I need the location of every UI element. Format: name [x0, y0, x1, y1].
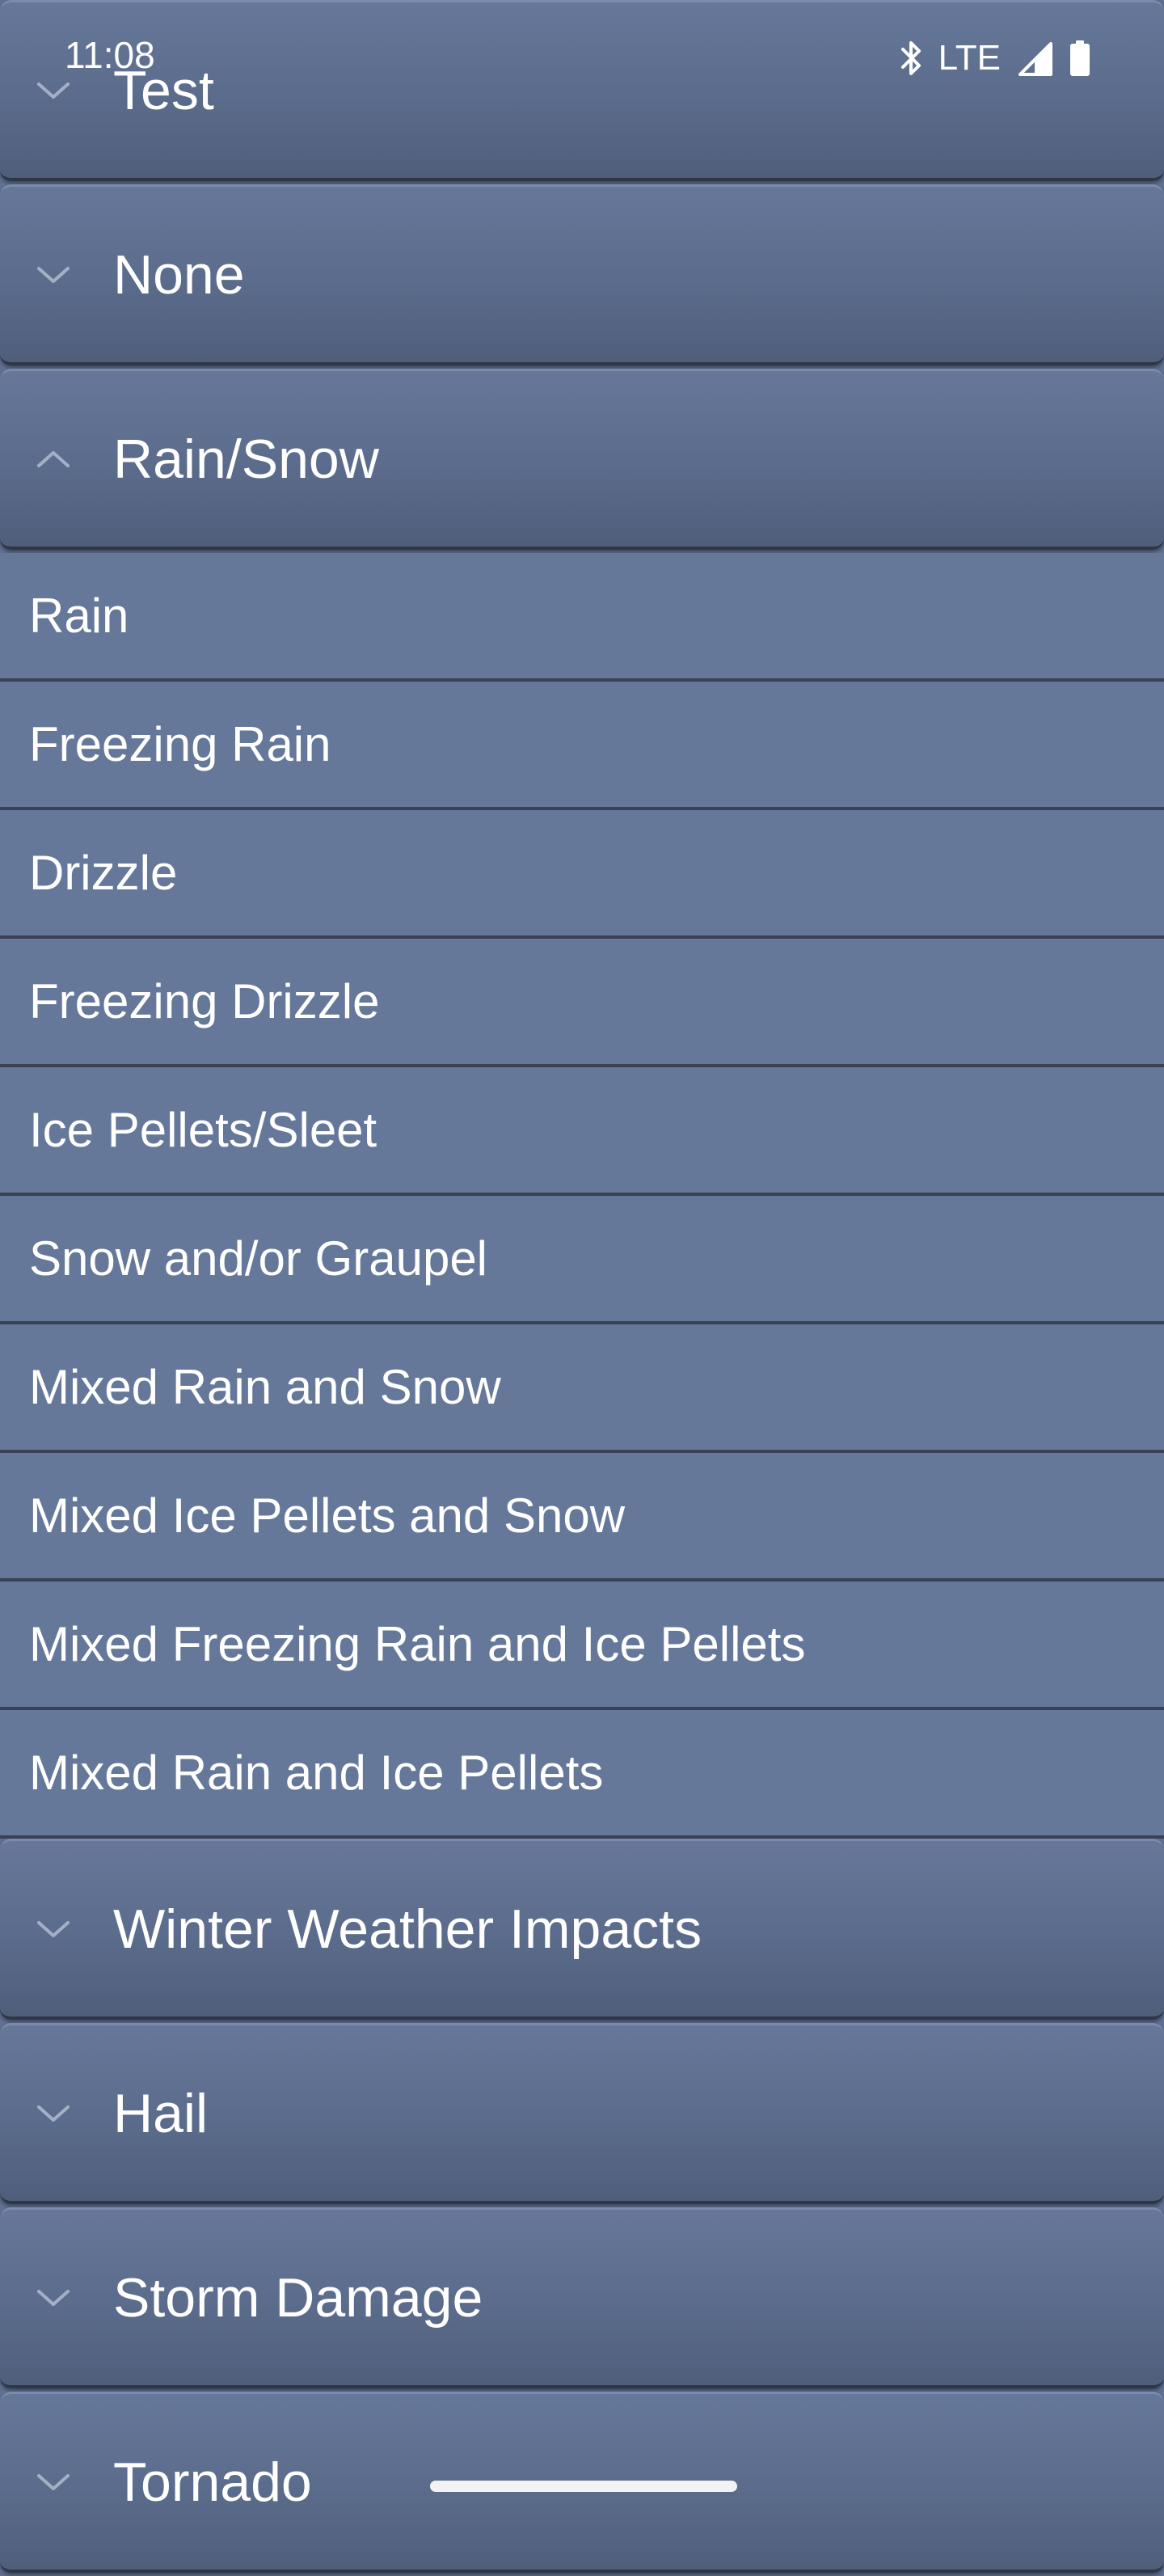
group-title: Winter Weather Impacts — [113, 1898, 702, 1960]
list-item-label: Freezing Rain — [29, 716, 331, 771]
chevron-down-icon — [34, 1910, 73, 1949]
group-header-winter-weather-impacts[interactable]: Winter Weather Impacts — [0, 1839, 1164, 2020]
group-header-hail[interactable]: Hail — [0, 2023, 1164, 2204]
group-header-test[interactable]: Test — [0, 0, 1164, 181]
list-item-mixed-ice-pellets-and-snow[interactable]: Mixed Ice Pellets and Snow — [0, 1453, 1164, 1581]
chevron-down-icon — [34, 255, 73, 294]
list-item-label: Rain — [29, 588, 129, 643]
list-item-label: Mixed Freezing Rain and Ice Pellets — [29, 1616, 806, 1671]
chevron-up-icon — [34, 440, 73, 479]
group-title: Hail — [113, 2082, 209, 2144]
chevron-down-icon — [34, 2094, 73, 2133]
chevron-down-icon — [34, 71, 73, 110]
list-item-snow-and-or-graupel[interactable]: Snow and/or Graupel — [0, 1196, 1164, 1324]
list-item-drizzle[interactable]: Drizzle — [0, 810, 1164, 939]
group-title: Test — [113, 59, 214, 121]
list-item-ice-pellets-sleet[interactable]: Ice Pellets/Sleet — [0, 1067, 1164, 1196]
group-title: Tornado — [113, 2451, 312, 2513]
chevron-down-icon — [34, 2463, 73, 2502]
group-header-storm-damage[interactable]: Storm Damage — [0, 2207, 1164, 2388]
list-item-label: Mixed Rain and Snow — [29, 1359, 501, 1414]
group-header-rain-snow[interactable]: Rain/Snow — [0, 369, 1164, 550]
list-item-label: Freezing Drizzle — [29, 973, 380, 1028]
home-indicator[interactable] — [430, 2481, 737, 2492]
group-title: None — [113, 243, 245, 306]
list-item-mixed-freezing-rain-and-ice-pellets[interactable]: Mixed Freezing Rain and Ice Pellets — [0, 1581, 1164, 1710]
group-title: Rain/Snow — [113, 428, 379, 490]
list-item-label: Snow and/or Graupel — [29, 1231, 488, 1286]
list-item-freezing-drizzle[interactable]: Freezing Drizzle — [0, 939, 1164, 1067]
category-list: Test None Rain/Snow Rain Freezing Rain Drizzl… — [0, 0, 1164, 2576]
list-item-freezing-rain[interactable]: Freezing Rain — [0, 682, 1164, 810]
list-item-label: Ice Pellets/Sleet — [29, 1102, 377, 1157]
list-item-label: Mixed Ice Pellets and Snow — [29, 1488, 626, 1543]
list-item-label: Mixed Rain and Ice Pellets — [29, 1745, 604, 1800]
list-item-mixed-rain-and-ice-pellets[interactable]: Mixed Rain and Ice Pellets — [0, 1710, 1164, 1839]
list-item-rain[interactable]: Rain — [0, 553, 1164, 682]
list-item-mixed-rain-and-snow[interactable]: Mixed Rain and Snow — [0, 1324, 1164, 1453]
chevron-down-icon — [34, 2278, 73, 2317]
group-title: Storm Damage — [113, 2266, 483, 2329]
group-header-none[interactable]: None — [0, 184, 1164, 365]
list-item-label: Drizzle — [29, 845, 178, 900]
